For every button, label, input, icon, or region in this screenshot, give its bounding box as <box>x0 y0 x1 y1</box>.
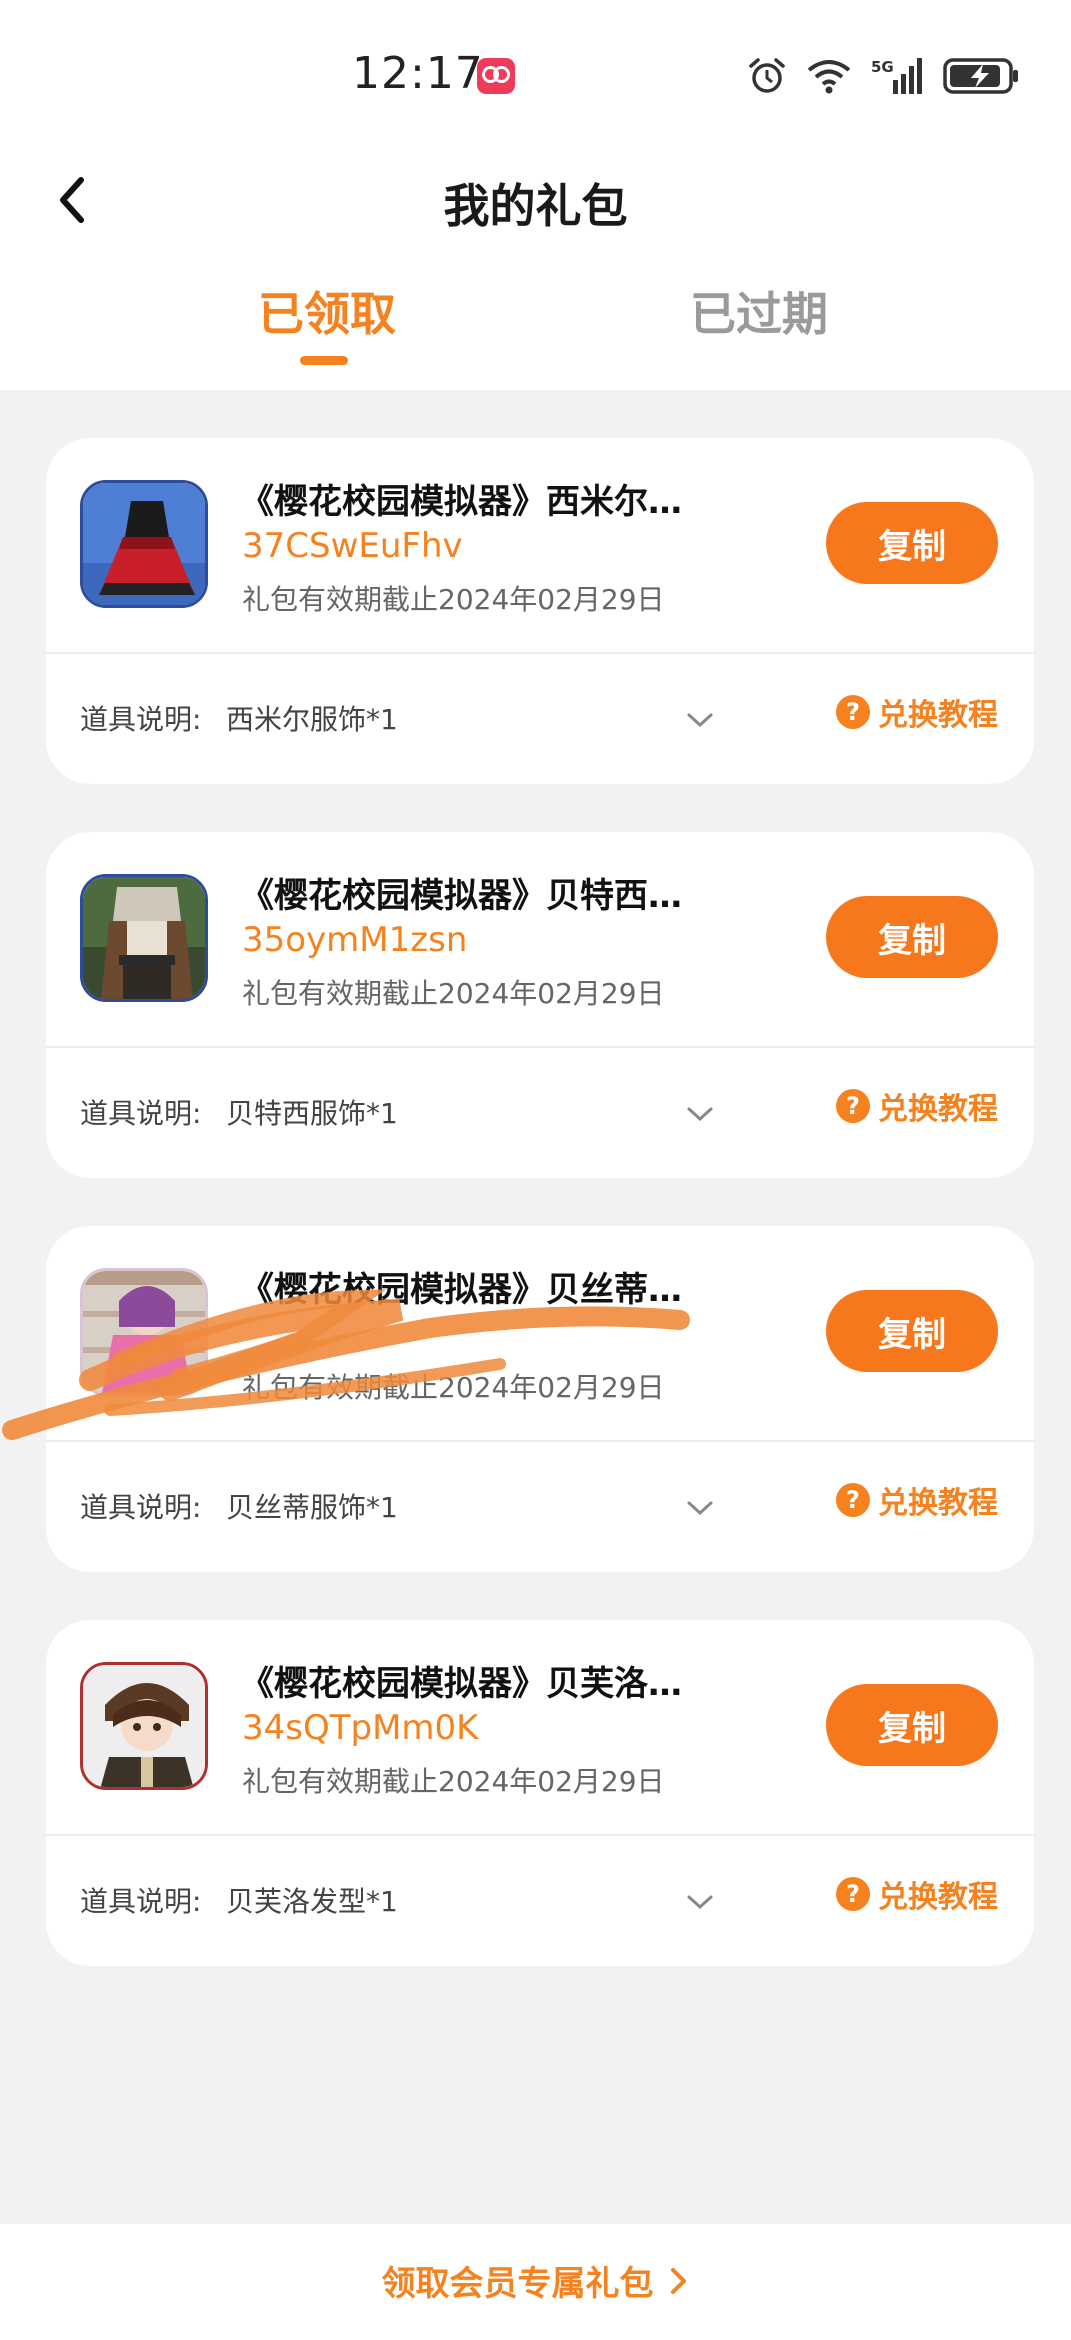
tutorial-label: 兑换教程 <box>878 1486 998 1521</box>
battery-charging-icon <box>943 58 1018 94</box>
gift-card: 《樱花校园模拟器》西米尔… 37CSwEuFhv 礼包有效期截止2024年02月… <box>46 438 1034 784</box>
item-desc-label: 道具说明: <box>80 1491 202 1524</box>
item-desc-label: 道具说明: <box>80 703 202 736</box>
expand-button[interactable] <box>680 1882 720 1922</box>
gift-title: 《樱花校园模拟器》西米尔… <box>240 482 682 522</box>
gift-code: 35oymM1zsn <box>242 920 468 960</box>
gift-expiry: 礼包有效期截止2024年02月29日 <box>242 977 665 1010</box>
item-desc-value: 贝丝蒂服饰*1 <box>226 1491 398 1524</box>
chevron-down-icon <box>687 1107 713 1122</box>
expand-button[interactable] <box>680 700 720 740</box>
gift-card-header: 《樱花校园模拟器》西米尔… 37CSwEuFhv 礼包有效期截止2024年02月… <box>46 438 1034 652</box>
question-icon: ? <box>836 1877 870 1911</box>
redeem-tutorial-link[interactable]: ? 兑换教程 <box>836 1872 998 1916</box>
tab-bar: 已领取 已过期 <box>0 270 1071 380</box>
tab-expired[interactable]: 已过期 <box>690 278 828 344</box>
question-icon: ? <box>836 1483 870 1517</box>
active-tab-indicator <box>300 356 348 365</box>
gift-card: 《樱花校园模拟器》贝丝蒂… 礼包有效期截止2024年02月29日 复制 道具说明… <box>46 1226 1034 1572</box>
tutorial-label: 兑换教程 <box>878 1880 998 1915</box>
game-icon <box>80 874 208 1002</box>
footer-bar: 领取会员专属礼包 <box>0 2224 1071 2340</box>
redeem-tutorial-link[interactable]: ? 兑换教程 <box>836 1084 998 1128</box>
status-time: 12:17 <box>352 48 484 99</box>
signal-network-label: 5G <box>871 58 894 76</box>
page-title: 我的礼包 <box>443 179 628 233</box>
question-icon: ? <box>836 1089 870 1123</box>
gift-card-header: 《樱花校园模拟器》贝特西… 35oymM1zsn 礼包有效期截止2024年02月… <box>46 832 1034 1046</box>
item-desc-label: 道具说明: <box>80 1097 202 1130</box>
tutorial-label: 兑换教程 <box>878 698 998 733</box>
item-desc-value: 贝特西服饰*1 <box>226 1097 398 1130</box>
game-icon <box>80 1268 208 1396</box>
item-desc-value: 贝芙洛发型*1 <box>226 1885 398 1918</box>
member-gift-label: 领取会员专属礼包 <box>381 2264 654 2304</box>
tutorial-label: 兑换教程 <box>878 1092 998 1127</box>
chevron-down-icon <box>687 1501 713 1516</box>
expand-button[interactable] <box>680 1094 720 1134</box>
gift-expiry: 礼包有效期截止2024年02月29日 <box>242 1765 665 1798</box>
gift-card-footer: 道具说明: 贝丝蒂服饰*1 ? 兑换教程 <box>46 1442 1034 1572</box>
redeem-tutorial-link[interactable]: ? 兑换教程 <box>836 690 998 734</box>
copy-button[interactable]: 复制 <box>826 1290 998 1372</box>
status-bar: 12:17 5G <box>0 0 1071 150</box>
copy-button[interactable]: 复制 <box>826 1684 998 1766</box>
gift-card-header: 《樱花校园模拟器》贝芙洛… 34sQTpMm0K 礼包有效期截止2024年02月… <box>46 1620 1034 1834</box>
gift-code: 34sQTpMm0K <box>242 1708 479 1748</box>
signal-5g-icon: 5G <box>871 58 922 94</box>
question-icon: ? <box>836 695 870 729</box>
redeem-tutorial-link[interactable]: ? 兑换教程 <box>836 1478 998 1522</box>
chevron-right-icon <box>670 2267 686 2294</box>
item-desc-value: 西米尔服饰*1 <box>226 703 398 736</box>
copy-button[interactable]: 复制 <box>826 896 998 978</box>
gift-card-footer: 道具说明: 西米尔服饰*1 ? 兑换教程 <box>46 654 1034 784</box>
chevron-down-icon <box>687 1895 713 1910</box>
gift-expiry: 礼包有效期截止2024年02月29日 <box>242 1371 665 1404</box>
gift-expiry: 礼包有效期截止2024年02月29日 <box>242 583 665 616</box>
gift-card-footer: 道具说明: 贝特西服饰*1 ? 兑换教程 <box>46 1048 1034 1178</box>
chevron-down-icon <box>687 713 713 728</box>
alarm-icon <box>749 58 785 93</box>
wifi-icon <box>807 60 851 94</box>
gift-card: 《樱花校园模拟器》贝特西… 35oymM1zsn 礼包有效期截止2024年02月… <box>46 832 1034 1178</box>
member-gift-link[interactable]: 领取会员专属礼包 <box>0 2256 1071 2305</box>
gift-title: 《樱花校园模拟器》贝芙洛… <box>240 1664 682 1704</box>
expand-button[interactable] <box>680 1488 720 1528</box>
gift-title: 《樱花校园模拟器》贝丝蒂… <box>240 1270 682 1310</box>
game-icon <box>80 480 208 608</box>
gift-code: 37CSwEuFhv <box>242 526 463 566</box>
game-icon <box>80 1662 208 1790</box>
nav-bar: 我的礼包 <box>0 150 1071 260</box>
gift-card: 《樱花校园模拟器》贝芙洛… 34sQTpMm0K 礼包有效期截止2024年02月… <box>46 1620 1034 1966</box>
copy-button[interactable]: 复制 <box>826 502 998 584</box>
item-desc-label: 道具说明: <box>80 1885 202 1918</box>
tab-claimed[interactable]: 已领取 <box>258 278 396 344</box>
status-icons: 5G <box>747 56 1021 96</box>
gift-card-footer: 道具说明: 贝芙洛发型*1 ? 兑换教程 <box>46 1836 1034 1966</box>
header-area: 12:17 5G 我的礼包 已领取 已过期 <box>0 0 1071 390</box>
gift-card-header: 《樱花校园模拟器》贝丝蒂… 礼包有效期截止2024年02月29日 复制 <box>46 1226 1034 1440</box>
app-badge-icon <box>477 58 515 94</box>
gift-title: 《樱花校园模拟器》贝特西… <box>240 876 682 916</box>
